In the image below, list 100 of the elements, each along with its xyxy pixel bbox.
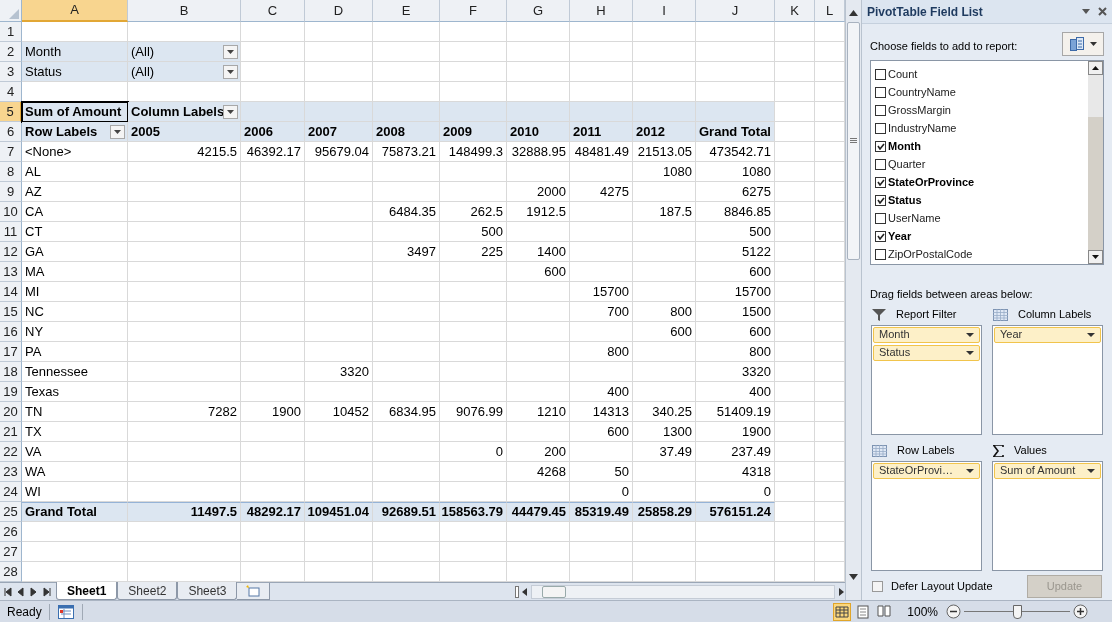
scrollbar-thumb[interactable] xyxy=(847,22,860,260)
column-header[interactable]: F xyxy=(440,0,507,22)
field-list-item[interactable]: Count xyxy=(875,65,1088,83)
row-header[interactable]: 18 xyxy=(0,362,22,382)
field-list-item[interactable]: UserName xyxy=(875,209,1088,227)
row-header[interactable]: 14 xyxy=(0,282,22,302)
scroll-down-icon[interactable] xyxy=(849,574,858,580)
row-header[interactable]: 21 xyxy=(0,422,22,442)
row-header[interactable]: 23 xyxy=(0,462,22,482)
drop-area[interactable]: Month Status xyxy=(871,324,982,435)
close-icon[interactable] xyxy=(1098,7,1107,16)
scroll-left-icon[interactable] xyxy=(521,586,529,597)
row-header[interactable]: 22 xyxy=(0,442,22,462)
scrollbar-thumb[interactable] xyxy=(542,585,566,598)
column-header[interactable]: J xyxy=(696,0,775,22)
filter-dropdown-button[interactable] xyxy=(223,65,238,79)
sheet-tab[interactable]: Sheet2 xyxy=(117,582,178,600)
field-list-item[interactable]: GrossMargin xyxy=(875,101,1088,119)
split-handle[interactable] xyxy=(515,585,519,598)
column-header[interactable]: L xyxy=(815,0,845,22)
row-header[interactable]: 27 xyxy=(0,542,22,562)
checkbox[interactable] xyxy=(875,140,886,152)
row-header[interactable]: 10 xyxy=(0,202,22,222)
row-header[interactable]: 2 xyxy=(0,42,22,62)
checkbox[interactable] xyxy=(875,212,886,224)
field-button[interactable]: Status xyxy=(873,344,980,361)
checkbox[interactable] xyxy=(875,122,886,134)
normal-view-button[interactable] xyxy=(833,602,852,621)
column-header[interactable]: G xyxy=(507,0,570,22)
layout-options-button[interactable] xyxy=(1062,32,1104,56)
sheet-tab[interactable]: Sheet1 xyxy=(56,582,118,600)
field-button[interactable]: Year xyxy=(994,326,1101,343)
field-list-item[interactable]: Status xyxy=(875,191,1088,209)
checkbox[interactable] xyxy=(875,176,886,188)
checkbox[interactable] xyxy=(875,248,886,260)
row-header[interactable]: 4 xyxy=(0,82,22,102)
zoom-in-icon[interactable] xyxy=(1073,604,1088,619)
row-header[interactable]: 20 xyxy=(0,402,22,422)
row-header[interactable]: 28 xyxy=(0,562,22,582)
field-button[interactable]: Sum of Amount xyxy=(994,462,1101,479)
field-list-item[interactable]: IndustryName xyxy=(875,119,1088,137)
checkbox[interactable] xyxy=(875,86,886,98)
checkbox[interactable] xyxy=(875,104,886,116)
column-header[interactable]: B xyxy=(128,0,241,22)
row-header[interactable]: 17 xyxy=(0,342,22,362)
zoom-slider[interactable] xyxy=(964,604,1070,619)
field-list-item[interactable]: StateOrProvince xyxy=(875,173,1088,191)
scroll-down-icon[interactable] xyxy=(1092,255,1099,259)
checkbox[interactable] xyxy=(875,158,886,170)
column-header[interactable]: H xyxy=(570,0,633,22)
filter-dropdown-button[interactable] xyxy=(223,45,238,59)
field-list-item[interactable]: Quarter xyxy=(875,155,1088,173)
drop-area[interactable]: Sum of Amount xyxy=(992,460,1103,571)
row-header[interactable]: 15 xyxy=(0,302,22,322)
row-header[interactable]: 9 xyxy=(0,182,22,202)
row-header[interactable]: 8 xyxy=(0,162,22,182)
row-header[interactable]: 12 xyxy=(0,242,22,262)
row-header[interactable]: 3 xyxy=(0,62,22,82)
field-list-item[interactable]: ZipOrPostalCode xyxy=(875,245,1088,263)
filter-dropdown-button[interactable] xyxy=(223,105,238,119)
scroll-up-icon[interactable] xyxy=(849,10,858,16)
dropdown-arrow-icon[interactable] xyxy=(1082,9,1090,14)
next-sheet-icon[interactable] xyxy=(29,586,39,597)
sheet-tab[interactable]: Sheet3 xyxy=(177,582,238,600)
drop-area[interactable]: StateOrProvi… xyxy=(871,460,982,571)
row-header[interactable]: 13 xyxy=(0,262,22,282)
row-header[interactable]: 25 xyxy=(0,502,22,522)
field-list-item[interactable]: Month xyxy=(875,137,1088,155)
first-sheet-icon[interactable] xyxy=(3,586,13,597)
insert-sheet-button[interactable] xyxy=(237,583,271,600)
checkbox[interactable] xyxy=(875,230,886,242)
checkbox[interactable] xyxy=(872,580,883,592)
checkbox[interactable] xyxy=(875,194,886,206)
zoom-slider-thumb[interactable] xyxy=(1012,604,1022,619)
row-header[interactable]: 5 xyxy=(0,102,22,122)
previous-sheet-icon[interactable] xyxy=(16,586,26,597)
field-list-item[interactable]: CountryName xyxy=(875,83,1088,101)
row-header[interactable]: 11 xyxy=(0,222,22,242)
field-button[interactable]: Month xyxy=(873,326,980,343)
column-header[interactable]: E xyxy=(373,0,440,22)
drop-area[interactable]: Year xyxy=(992,324,1103,435)
row-header[interactable]: 19 xyxy=(0,382,22,402)
row-header[interactable]: 16 xyxy=(0,322,22,342)
scroll-up-icon[interactable] xyxy=(1092,66,1099,70)
row-header[interactable]: 1 xyxy=(0,22,22,42)
column-header[interactable]: I xyxy=(633,0,696,22)
column-header[interactable]: A xyxy=(22,0,128,22)
field-button[interactable]: StateOrProvi… xyxy=(873,462,980,479)
column-header[interactable]: D xyxy=(305,0,373,22)
column-header[interactable]: C xyxy=(241,0,305,22)
row-header[interactable]: 7 xyxy=(0,142,22,162)
row-header[interactable]: 24 xyxy=(0,482,22,502)
row-header[interactable]: 6 xyxy=(0,122,22,142)
checkbox[interactable] xyxy=(875,68,886,80)
column-header[interactable]: K xyxy=(775,0,815,22)
row-header[interactable]: 26 xyxy=(0,522,22,542)
filter-dropdown-button[interactable] xyxy=(110,125,125,139)
zoom-out-icon[interactable] xyxy=(946,604,961,619)
last-sheet-icon[interactable] xyxy=(42,586,52,597)
field-list-item[interactable]: Year xyxy=(875,227,1088,245)
